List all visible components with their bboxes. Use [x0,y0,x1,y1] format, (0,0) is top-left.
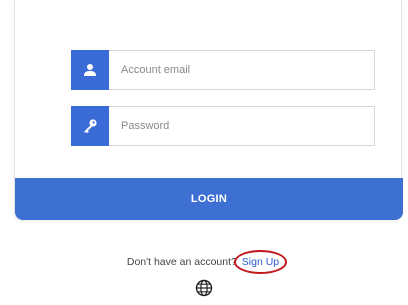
email-field-group [71,50,375,90]
email-input-wrapper [109,50,375,90]
globe-icon[interactable] [195,279,213,297]
password-input[interactable] [121,120,374,132]
login-page: LOGIN Don't have an account? Sign Up [0,0,408,305]
user-icon [71,50,109,90]
login-button[interactable]: LOGIN [15,178,403,220]
signup-link[interactable]: Sign Up [233,250,288,274]
signup-link-label: Sign Up [241,256,280,268]
signup-prompt-text: Don't have an account? [126,256,237,268]
password-input-wrapper [109,106,375,146]
password-field-group [71,106,375,146]
login-card: LOGIN [14,0,403,220]
signup-prompt: Don't have an account? Sign Up [0,250,408,274]
key-icon [71,106,109,146]
email-input[interactable] [121,64,374,76]
